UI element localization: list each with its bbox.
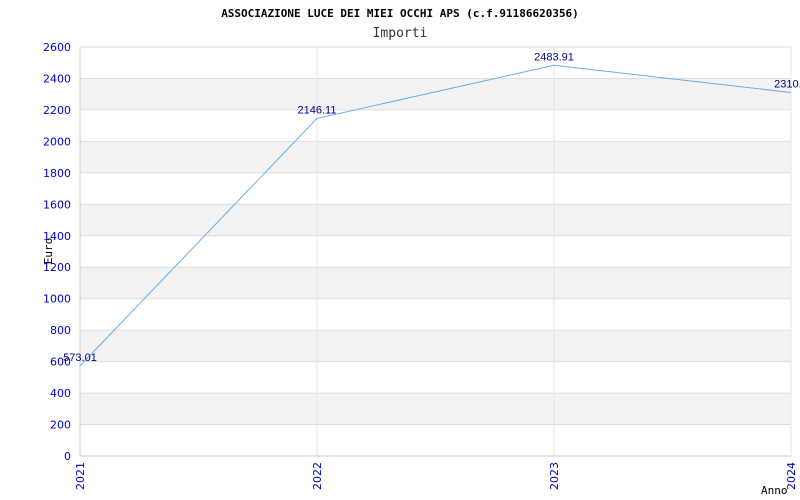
x-tick-labels: 2021 2022 2023 2024 (74, 462, 798, 490)
grid-band (80, 393, 791, 425)
x-tick-label: 2023 (548, 462, 561, 490)
y-tick-label: 200 (50, 419, 71, 432)
y-tick-label: 1800 (43, 167, 71, 180)
chart-subtitle: Importi (373, 26, 428, 41)
grid-bands (80, 78, 791, 425)
data-label: 2146.11 (298, 104, 337, 116)
y-tick-label: 0 (64, 450, 71, 463)
y-tick-label: 1600 (43, 198, 71, 211)
data-label: 573.01 (63, 352, 97, 364)
chart-title: ASSOCIAZIONE LUCE DEI MIEI OCCHI APS (c.… (221, 7, 579, 20)
grid-band (80, 330, 791, 362)
y-tick-label: 2000 (43, 135, 71, 148)
y-tick-label: 400 (50, 387, 71, 400)
data-label: 2310.6 (774, 79, 800, 91)
y-tick-label: 2200 (43, 104, 71, 117)
y-axis-label: Euro (42, 238, 55, 265)
x-tick-label: 2021 (74, 462, 87, 490)
y-tick-label: 2600 (43, 41, 71, 54)
y-tick-label: 1000 (43, 293, 71, 306)
y-tick-label: 2400 (43, 72, 71, 85)
x-tick-label: 2022 (311, 462, 324, 490)
grid-band (80, 204, 791, 236)
x-axis-label: Anno (761, 484, 788, 497)
grid-band (80, 78, 791, 110)
y-tick-label: 800 (50, 324, 71, 337)
data-label: 2483.91 (534, 51, 574, 63)
grid-band (80, 141, 791, 173)
grid-band (80, 267, 791, 299)
line-chart: 0200400600800100012001400160018002000220… (42, 7, 800, 497)
